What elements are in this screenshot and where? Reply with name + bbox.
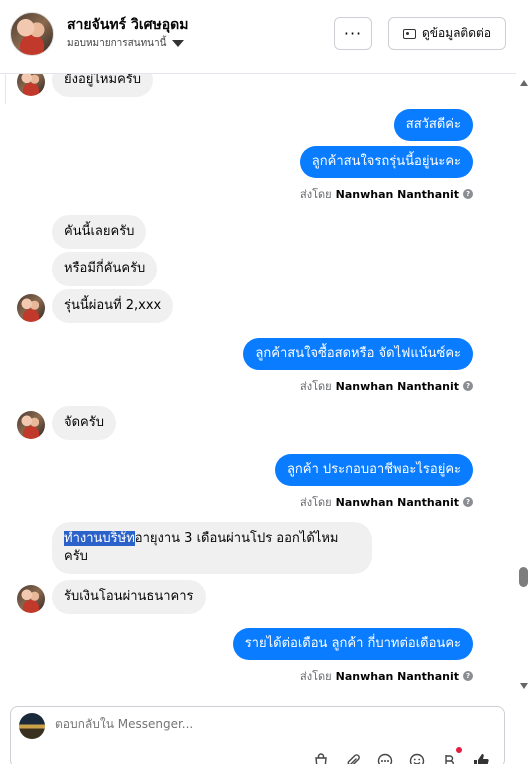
scrollbar-thumb[interactable] — [519, 567, 528, 587]
sent-by-label: ส่งโดย Nanwhan Nanthanit ? — [300, 493, 473, 511]
outgoing-message[interactable]: ลูกค้า ประกอบอาชีพอะไรอยู่คะ — [274, 454, 473, 486]
contact-card-icon — [402, 28, 416, 39]
sent-by-prefix: ส่งโดย — [300, 380, 332, 393]
payment-icon[interactable] — [439, 747, 462, 764]
sender-name[interactable]: Nanwhan Nanthanit — [336, 188, 459, 201]
help-icon[interactable]: ? — [463, 671, 473, 681]
more-options-button[interactable]: ··· — [334, 17, 372, 50]
view-contact-info-button[interactable]: ดูข้อมูลติดต่อ — [388, 17, 506, 50]
incoming-message[interactable]: รุ่นนี้ผ่อนที่ 2,xxx — [52, 289, 174, 323]
scroll-up-arrow-icon[interactable] — [520, 80, 528, 86]
contact-avatar[interactable] — [10, 12, 54, 56]
contact-name[interactable]: สายจันทร์ วิเศษอุดม — [67, 14, 189, 36]
like-icon[interactable] — [471, 751, 491, 764]
caret-down-icon — [172, 40, 185, 47]
sender-name[interactable]: Nanwhan Nanthanit — [336, 496, 459, 509]
shopping-bag-icon[interactable] — [311, 751, 331, 764]
outgoing-message[interactable]: รายได้ต่อเดือน ลูกค้า กี่บาทต่อเดือนคะ — [232, 628, 473, 660]
selected-text[interactable]: ทำงานบริษัท — [64, 531, 135, 546]
outgoing-message[interactable]: ลูกค้าสนใจรถรุ่นนี้อยู่นะคะ — [299, 146, 473, 178]
message-thread[interactable]: ยังอยู่ไหมครับ สสวัสดีค่ะ ลูกค้าสนใจรถรุ… — [0, 74, 516, 700]
message-text-line2: ครับ — [64, 549, 88, 564]
more-icon: ··· — [343, 24, 363, 43]
conversation-header: สายจันทร์ วิเศษอุดม มอบหมายการสนทนานี้ ·… — [0, 0, 516, 74]
incoming-message[interactable]: คันนี้เลยครับ — [52, 215, 147, 249]
outgoing-message[interactable]: สสวัสดีค่ะ — [393, 109, 473, 141]
emoji-icon[interactable] — [407, 751, 427, 764]
composer-area — [0, 700, 532, 764]
incoming-message[interactable]: ทำงานบริษัทอายุงาน 3 เดือนผ่านโปร ออกได้… — [52, 522, 372, 574]
help-icon[interactable]: ? — [463, 497, 473, 507]
sent-by-prefix: ส่งโดย — [300, 188, 332, 201]
sent-by-label: ส่งโดย Nanwhan Nanthanit ? — [300, 667, 473, 685]
reply-input[interactable] — [55, 717, 435, 731]
incoming-message[interactable]: จัดครับ — [52, 406, 116, 440]
reply-composer[interactable] — [10, 706, 505, 764]
assign-conversation-dropdown[interactable]: มอบหมายการสนทนานี้ — [67, 36, 185, 51]
contact-avatar-small — [17, 294, 45, 322]
message-text: อายุงาน 3 เดือนผ่านโปร ออกได้ไหม — [134, 531, 339, 546]
sent-by-prefix: ส่งโดย — [300, 670, 332, 683]
saved-replies-icon[interactable] — [375, 751, 395, 764]
help-icon[interactable]: ? — [463, 189, 473, 199]
sender-name[interactable]: Nanwhan Nanthanit — [336, 670, 459, 683]
view-contact-info-label: ดูข้อมูลติดต่อ — [421, 26, 492, 40]
sent-by-prefix: ส่งโดย — [300, 496, 332, 509]
outgoing-message[interactable]: ลูกค้าสนใจซื้อสดหรือ จัดไฟแน้นซ์คะ — [243, 338, 473, 370]
incoming-message[interactable]: รับเงินโอนผ่านธนาคาร — [52, 580, 206, 614]
notification-dot — [456, 747, 462, 753]
composer-toolbar — [311, 747, 491, 764]
assign-label: มอบหมายการสนทนานี้ — [67, 38, 167, 49]
contact-avatar-small — [17, 585, 45, 613]
thread-scrollbar[interactable] — [516, 74, 532, 700]
contact-avatar-small — [17, 74, 45, 96]
sent-by-label: ส่งโดย Nanwhan Nanthanit ? — [300, 185, 473, 203]
help-icon[interactable]: ? — [463, 381, 473, 391]
contact-avatar-small — [17, 411, 45, 439]
incoming-message[interactable]: หรือมีกี่คันครับ — [52, 252, 158, 286]
page-avatar — [19, 713, 45, 739]
left-panel-edge — [0, 74, 6, 104]
sender-name[interactable]: Nanwhan Nanthanit — [336, 380, 459, 393]
sent-by-label: ส่งโดย Nanwhan Nanthanit ? — [300, 377, 473, 395]
attachment-icon[interactable] — [343, 751, 363, 764]
incoming-message[interactable]: ยังอยู่ไหมครับ — [52, 74, 153, 97]
scroll-down-arrow-icon[interactable] — [520, 683, 528, 689]
